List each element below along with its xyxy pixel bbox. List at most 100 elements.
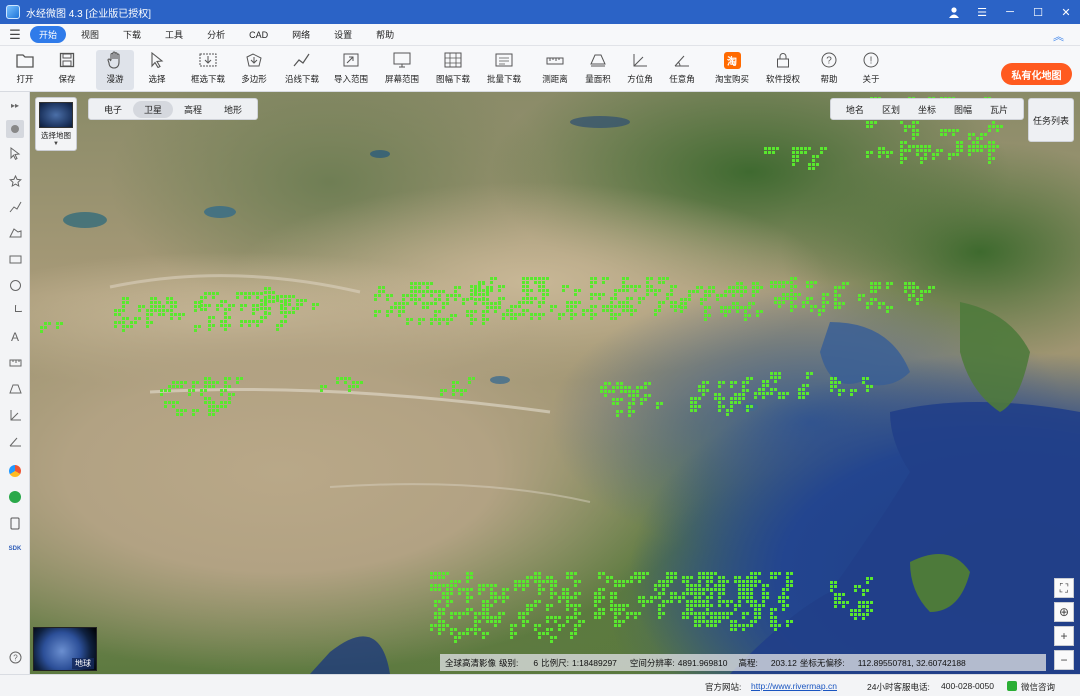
- tile-marker: [570, 636, 573, 639]
- tile-marker: [130, 325, 133, 328]
- globe-button[interactable]: 地球: [33, 627, 97, 671]
- sector-tool-icon[interactable]: [6, 302, 24, 320]
- tile-marker: [726, 580, 729, 583]
- license-button[interactable]: 软件授权: [762, 50, 804, 90]
- tile-marker: [854, 609, 857, 612]
- tile-marker: [694, 592, 697, 595]
- screen-range-button[interactable]: 屏幕范围: [380, 50, 424, 90]
- tile-marker: [786, 584, 789, 587]
- select-tool-icon[interactable]: [6, 144, 24, 162]
- tile-marker: [446, 596, 449, 599]
- tile-marker: [754, 576, 757, 579]
- user-icon[interactable]: [940, 0, 968, 24]
- locate-icon[interactable]: ⊕: [1054, 602, 1074, 622]
- save-button[interactable]: 保存: [50, 50, 84, 90]
- map-view[interactable]: 选择地图 ▼ 电子 卫星 高程 地形 地名 区划 坐标 图幅 瓦片 任务列表 ⛶…: [30, 92, 1080, 674]
- pan-button[interactable]: 漫游: [96, 50, 134, 90]
- about-button[interactable]: ! 关于: [856, 50, 886, 90]
- azimuth-tool-icon[interactable]: [6, 406, 24, 424]
- sdk-icon[interactable]: SDK: [6, 540, 24, 558]
- batch-download-button[interactable]: 批量下载: [482, 50, 526, 90]
- task-list-button[interactable]: 任务列表: [1028, 98, 1074, 142]
- circle-tool-icon[interactable]: [6, 276, 24, 294]
- tile-marker: [754, 396, 757, 399]
- menu-tools[interactable]: 工具: [156, 26, 192, 43]
- wechat-consult-link[interactable]: 微信咨询: [1021, 681, 1055, 693]
- layer-tiles[interactable]: 瓦片: [981, 103, 1017, 116]
- polyline-tool-icon[interactable]: [6, 198, 24, 216]
- menu-settings[interactable]: 设置: [325, 26, 361, 43]
- tile-marker: [976, 145, 979, 148]
- import-range-button[interactable]: 导入范围: [330, 50, 372, 90]
- menu-analysis[interactable]: 分析: [198, 26, 234, 43]
- tile-marker: [754, 616, 757, 619]
- menu-view[interactable]: 视图: [72, 26, 108, 43]
- tile-marker: [630, 297, 633, 300]
- ruler-tool-icon[interactable]: [6, 354, 24, 372]
- tile-marker: [740, 282, 743, 285]
- fullscreen-icon[interactable]: ⛶: [1054, 578, 1074, 598]
- website-link[interactable]: http://www.rivermap.cn: [751, 681, 837, 691]
- layer-sheets[interactable]: 图幅: [945, 103, 981, 116]
- minimize-button[interactable]: ─: [996, 0, 1024, 24]
- tab-satellite[interactable]: 卫星: [133, 100, 174, 118]
- hamburger-icon[interactable]: ☰: [0, 27, 30, 43]
- collapse-ribbon-icon[interactable]: ︽: [1053, 28, 1064, 44]
- menu-cad[interactable]: CAD: [240, 28, 277, 42]
- tile-marker: [462, 632, 465, 635]
- zoom-in-button[interactable]: +: [1054, 626, 1074, 646]
- sheet-download-button[interactable]: 图幅下载: [430, 50, 476, 90]
- box-download-button[interactable]: 框选下载: [186, 50, 230, 90]
- tab-elevation[interactable]: 高程: [173, 101, 213, 118]
- tile-marker: [146, 313, 149, 316]
- plugin-icon-1[interactable]: [6, 462, 24, 480]
- tile-marker: [806, 392, 809, 395]
- area-tool-icon[interactable]: [6, 224, 24, 242]
- measure-area-button[interactable]: 量面积: [580, 50, 616, 90]
- area-measure-tool-icon[interactable]: [6, 380, 24, 398]
- tile-marker: [414, 286, 417, 289]
- menu-download[interactable]: 下载: [114, 26, 150, 43]
- menu-icon[interactable]: ☰: [968, 0, 996, 24]
- rectangle-tool-icon[interactable]: [6, 250, 24, 268]
- phone-icon[interactable]: [6, 514, 24, 532]
- polygon-button[interactable]: 多边形: [236, 50, 272, 90]
- select-button[interactable]: 选择: [140, 50, 174, 90]
- help-button[interactable]: ? 帮助: [814, 50, 844, 90]
- tile-marker: [662, 584, 665, 587]
- tab-electronic[interactable]: 电子: [93, 101, 133, 118]
- tile-marker: [458, 580, 461, 583]
- layer-coordinates[interactable]: 坐标: [909, 103, 945, 116]
- text-tool-icon[interactable]: A: [6, 328, 24, 346]
- tile-marker: [204, 397, 207, 400]
- zoom-out-button[interactable]: −: [1054, 650, 1074, 670]
- menu-help[interactable]: 帮助: [367, 26, 403, 43]
- open-button[interactable]: 打开: [8, 50, 42, 90]
- help-icon[interactable]: ?: [6, 648, 24, 666]
- layer-districts[interactable]: 区划: [873, 103, 909, 116]
- tile-marker: [774, 616, 777, 619]
- close-button[interactable]: ✕: [1052, 0, 1080, 24]
- menu-start[interactable]: 开始: [30, 26, 67, 43]
- line-download-button[interactable]: 沿线下载: [280, 50, 324, 90]
- layer-placenames[interactable]: 地名: [837, 103, 873, 116]
- angle-tool-icon[interactable]: [6, 432, 24, 450]
- azimuth-button[interactable]: 方位角: [622, 50, 658, 90]
- measure-distance-button[interactable]: 测距离: [536, 50, 574, 90]
- expand-sidebar-icon[interactable]: ▸▸: [6, 96, 24, 114]
- star-tool-icon[interactable]: [6, 172, 24, 190]
- hand-tool-icon[interactable]: [6, 120, 24, 138]
- plugin-icon-2[interactable]: [6, 488, 24, 506]
- tile-marker: [850, 613, 853, 616]
- map-chooser[interactable]: 选择地图 ▼: [35, 97, 77, 151]
- tile-marker: [718, 381, 721, 384]
- tile-marker: [434, 298, 437, 301]
- tile-marker: [830, 377, 833, 380]
- tab-terrain[interactable]: 地形: [213, 101, 253, 118]
- menu-network[interactable]: 网络: [283, 26, 319, 43]
- maximize-button[interactable]: ☐: [1024, 0, 1052, 24]
- private-map-button[interactable]: 私有化地图: [1001, 63, 1072, 85]
- taobao-button[interactable]: 淘 淘宝购买: [710, 50, 754, 90]
- angle-button[interactable]: 任意角: [664, 50, 700, 90]
- tile-marker: [746, 592, 749, 595]
